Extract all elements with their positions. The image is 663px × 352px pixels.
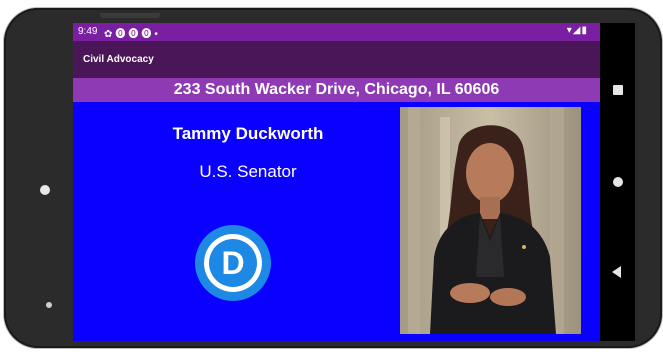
- official-portrait-image: [400, 107, 581, 334]
- facebook-icon: ⓿: [115, 29, 129, 40]
- app-bar: Civil Advocacy: [73, 41, 600, 78]
- address-banner: 233 South Wacker Drive, Chicago, IL 6060…: [73, 78, 600, 102]
- home-circle-icon[interactable]: [613, 177, 623, 187]
- system-icons: ▾◢▮: [567, 25, 588, 36]
- democratic-party-logo[interactable]: D: [194, 224, 272, 302]
- app-screen: 9:49 ✿⓿⓿⓿• ▾◢▮ Civil Advocacy 233 South …: [73, 23, 600, 341]
- recents-square-icon[interactable]: [613, 85, 623, 95]
- status-time: 9:49: [78, 26, 98, 37]
- facebook-icon: ⓿: [128, 29, 142, 40]
- back-triangle-icon[interactable]: [612, 266, 621, 278]
- notification-icons: ✿⓿⓿⓿•: [104, 25, 161, 40]
- official-photo[interactable]: [400, 107, 581, 334]
- system-nav-bar: [600, 23, 635, 341]
- official-name: Tammy Duckworth: [172, 124, 324, 143]
- address-text: 233 South Wacker Drive, Chicago, IL 6060…: [173, 81, 500, 98]
- official-title: U.S. Senator: [199, 162, 297, 181]
- speaker-notch: [100, 13, 160, 18]
- facebook-icon: ⓿: [141, 29, 155, 40]
- camera-dot: [40, 185, 50, 195]
- app-title: Civil Advocacy: [83, 54, 154, 65]
- dot-icon: •: [154, 29, 161, 40]
- gear-icon: ✿: [104, 29, 116, 40]
- battery-icon: ▮: [581, 25, 588, 36]
- sensor-dot: [46, 302, 52, 308]
- party-letter: D: [221, 245, 244, 281]
- status-bar: 9:49 ✿⓿⓿⓿• ▾◢▮: [73, 23, 600, 41]
